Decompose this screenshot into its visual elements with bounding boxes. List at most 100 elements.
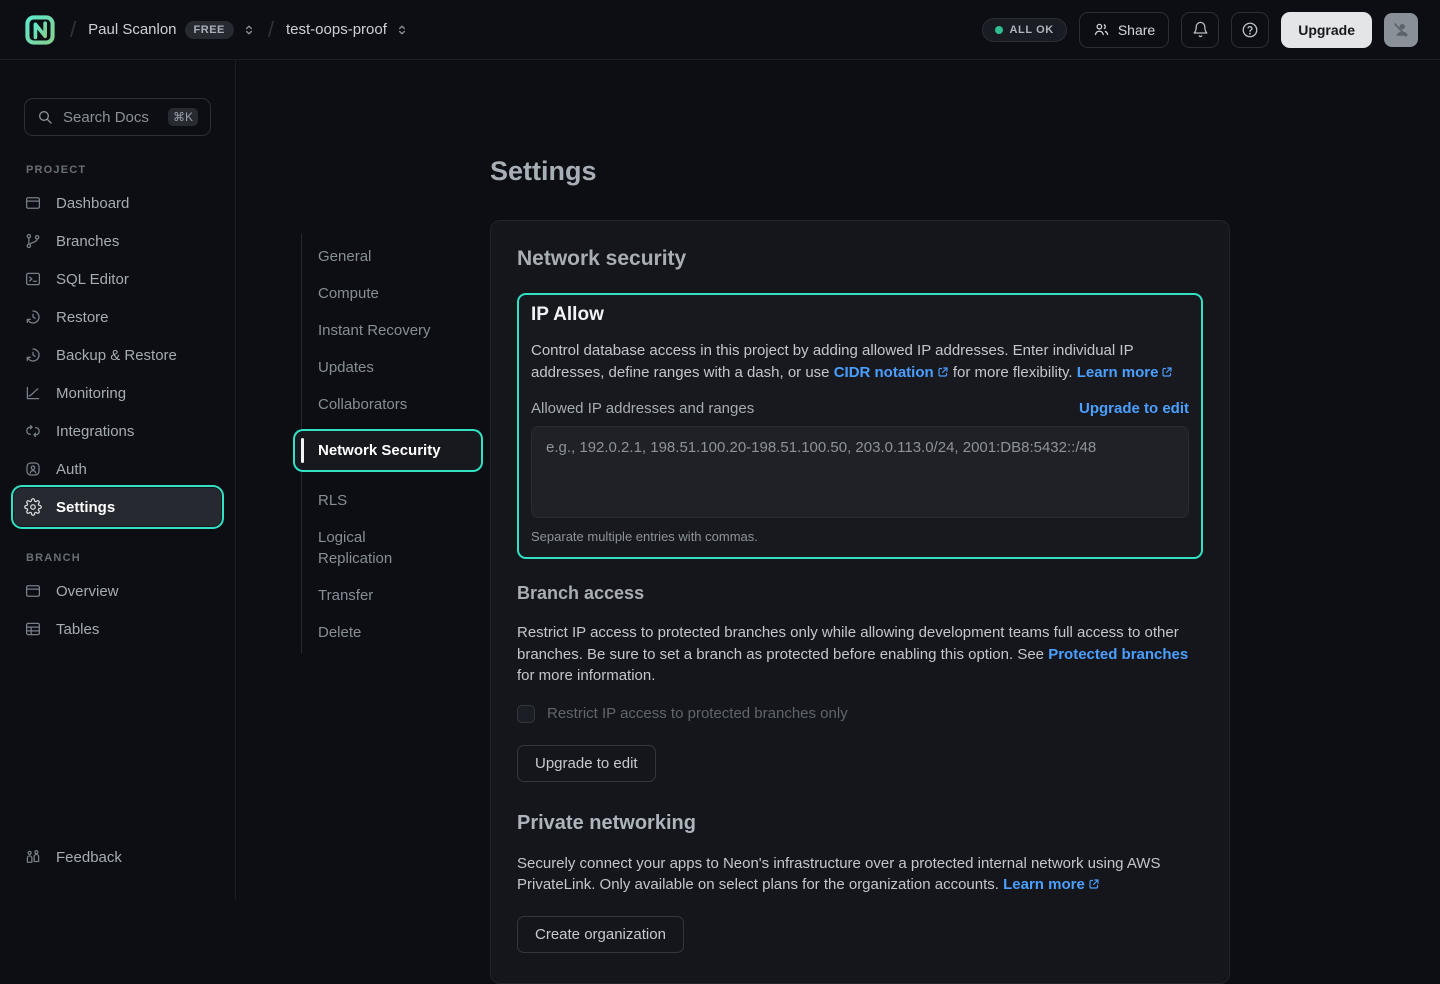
- chevron-up-down-icon: [395, 23, 409, 37]
- org-name: Paul Scanlon: [88, 21, 176, 38]
- sidebar-item-auth[interactable]: Auth: [14, 450, 221, 488]
- subnav-item-instant-recovery[interactable]: Instant Recovery: [301, 320, 431, 341]
- help-button[interactable]: [1231, 12, 1269, 48]
- subnav-item-network-security[interactable]: Network Security: [295, 431, 481, 470]
- branch-access-title: Branch access: [517, 583, 1203, 604]
- gear-icon: [24, 498, 42, 516]
- history-clock-icon: [24, 308, 42, 326]
- subnav-item-delete[interactable]: Delete: [301, 622, 431, 643]
- help-icon: [1241, 21, 1259, 39]
- org-selector[interactable]: Paul Scanlon FREE: [88, 21, 256, 39]
- private-networking-description: Securely connect your apps to Neon's inf…: [517, 853, 1203, 896]
- restrict-ip-checkbox[interactable]: [517, 705, 535, 723]
- learn-more-link[interactable]: Learn more: [1077, 364, 1159, 381]
- notifications-button[interactable]: [1181, 12, 1219, 48]
- project-name: test-oops-proof: [286, 21, 387, 38]
- branch-access-upgrade-button[interactable]: Upgrade to edit: [517, 745, 656, 782]
- sidebar-item-backup-restore[interactable]: Backup & Restore: [14, 336, 221, 374]
- divider: /: [266, 17, 276, 43]
- create-organization-button[interactable]: Create organization: [517, 916, 684, 953]
- ip-allow-desc-part2: for more flexibility.: [949, 364, 1077, 381]
- ip-addresses-textarea[interactable]: [531, 426, 1189, 518]
- sidebar-item-label: Restore: [56, 309, 109, 326]
- sidebar-item-label: Dashboard: [56, 195, 129, 212]
- sidebar-item-label: Tables: [56, 621, 99, 638]
- user-silhouette-icon: [1391, 20, 1411, 40]
- sidebar-item-sql-editor[interactable]: SQL Editor: [14, 260, 221, 298]
- sidebar-item-integrations[interactable]: Integrations: [14, 412, 221, 450]
- plan-badge: FREE: [185, 21, 234, 39]
- status-label: ALL OK: [1010, 24, 1054, 36]
- branch-access-description: Restrict IP access to protected branches…: [517, 622, 1203, 687]
- breadcrumb: / Paul Scanlon FREE / test-oops-proof: [22, 12, 409, 48]
- subnav-item-rls[interactable]: RLS: [301, 490, 431, 511]
- feedback-label: Feedback: [56, 849, 122, 866]
- upgrade-to-edit-link[interactable]: Upgrade to edit: [1079, 400, 1189, 417]
- sidebar-item-label: Backup & Restore: [56, 347, 177, 364]
- status-badge[interactable]: ALL OK: [982, 18, 1067, 42]
- subnav-item-compute[interactable]: Compute: [301, 283, 431, 304]
- settings-subnav: General Compute Instant Recovery Updates…: [301, 246, 471, 643]
- restrict-ip-checkbox-label: Restrict IP access to protected branches…: [547, 705, 848, 722]
- project-section-label: PROJECT: [26, 164, 211, 176]
- overview-icon: [24, 582, 42, 600]
- search-icon: [37, 109, 53, 125]
- git-branch-icon: [24, 232, 42, 250]
- people-icon: [1093, 21, 1110, 38]
- backup-clock-icon: [24, 346, 42, 364]
- topbar: / Paul Scanlon FREE / test-oops-proof AL…: [0, 0, 1440, 60]
- search-input[interactable]: Search Docs ⌘K: [24, 98, 211, 136]
- external-link-icon: [1161, 366, 1173, 378]
- chevron-up-down-icon: [242, 23, 256, 37]
- learn-more-link[interactable]: Learn more: [1003, 876, 1085, 893]
- avatar[interactable]: [1384, 13, 1418, 47]
- sidebar-item-label: Settings: [56, 499, 115, 516]
- sidebar-item-restore[interactable]: Restore: [14, 298, 221, 336]
- subnav-item-logical-replication[interactable]: Logical Replication: [301, 527, 431, 569]
- terminal-icon: [24, 270, 42, 288]
- dashboard-icon: [24, 194, 42, 212]
- topbar-actions: ALL OK Share Upgrade: [982, 12, 1419, 48]
- sidebar-item-label: Monitoring: [56, 385, 126, 402]
- table-icon: [24, 620, 42, 638]
- subnav-item-updates[interactable]: Updates: [301, 357, 431, 378]
- external-link-icon: [937, 366, 949, 378]
- ip-field-label: Allowed IP addresses and ranges: [531, 400, 754, 417]
- sidebar-item-settings[interactable]: Settings: [14, 488, 221, 526]
- feedback-button[interactable]: Feedback: [14, 838, 221, 876]
- branch-section-label: BRANCH: [26, 552, 211, 564]
- sidebar: Search Docs ⌘K PROJECT Dashboard Branche…: [0, 60, 236, 900]
- sidebar-item-dashboard[interactable]: Dashboard: [14, 184, 221, 222]
- sidebar-item-monitoring[interactable]: Monitoring: [14, 374, 221, 412]
- sidebar-item-label: Integrations: [56, 423, 134, 440]
- subnav-item-general[interactable]: General: [301, 246, 431, 267]
- ip-allow-section: IP Allow Control database access in this…: [517, 293, 1203, 559]
- ip-allow-description: Control database access in this project …: [531, 340, 1189, 383]
- sidebar-item-label: SQL Editor: [56, 271, 129, 288]
- project-selector[interactable]: test-oops-proof: [286, 21, 409, 38]
- auth-user-icon: [24, 460, 42, 478]
- cidr-notation-link[interactable]: CIDR notation: [834, 364, 934, 381]
- feedback-people-icon: [24, 848, 42, 866]
- neon-logo-icon[interactable]: [22, 12, 58, 48]
- chart-icon: [24, 384, 42, 402]
- sidebar-item-tables[interactable]: Tables: [14, 610, 221, 648]
- private-networking-title: Private networking: [517, 812, 1203, 835]
- upgrade-button[interactable]: Upgrade: [1281, 12, 1372, 48]
- integrations-icon: [24, 422, 42, 440]
- restrict-ip-checkbox-row: Restrict IP access to protected branches…: [517, 705, 1203, 723]
- sidebar-item-label: Auth: [56, 461, 87, 478]
- share-button[interactable]: Share: [1079, 12, 1169, 48]
- sidebar-item-label: Overview: [56, 583, 119, 600]
- branch-access-desc-part2: for more information.: [517, 667, 655, 684]
- subnav-item-transfer[interactable]: Transfer: [301, 585, 431, 606]
- sidebar-item-branches[interactable]: Branches: [14, 222, 221, 260]
- external-link-icon: [1088, 878, 1100, 890]
- sidebar-item-label: Branches: [56, 233, 119, 250]
- subnav-item-collaborators[interactable]: Collaborators: [301, 394, 431, 415]
- search-shortcut: ⌘K: [168, 108, 198, 126]
- ip-allow-title: IP Allow: [531, 304, 1189, 326]
- sidebar-item-overview[interactable]: Overview: [14, 572, 221, 610]
- protected-branches-link[interactable]: Protected branches: [1048, 646, 1188, 663]
- page-title: Settings: [490, 156, 1230, 187]
